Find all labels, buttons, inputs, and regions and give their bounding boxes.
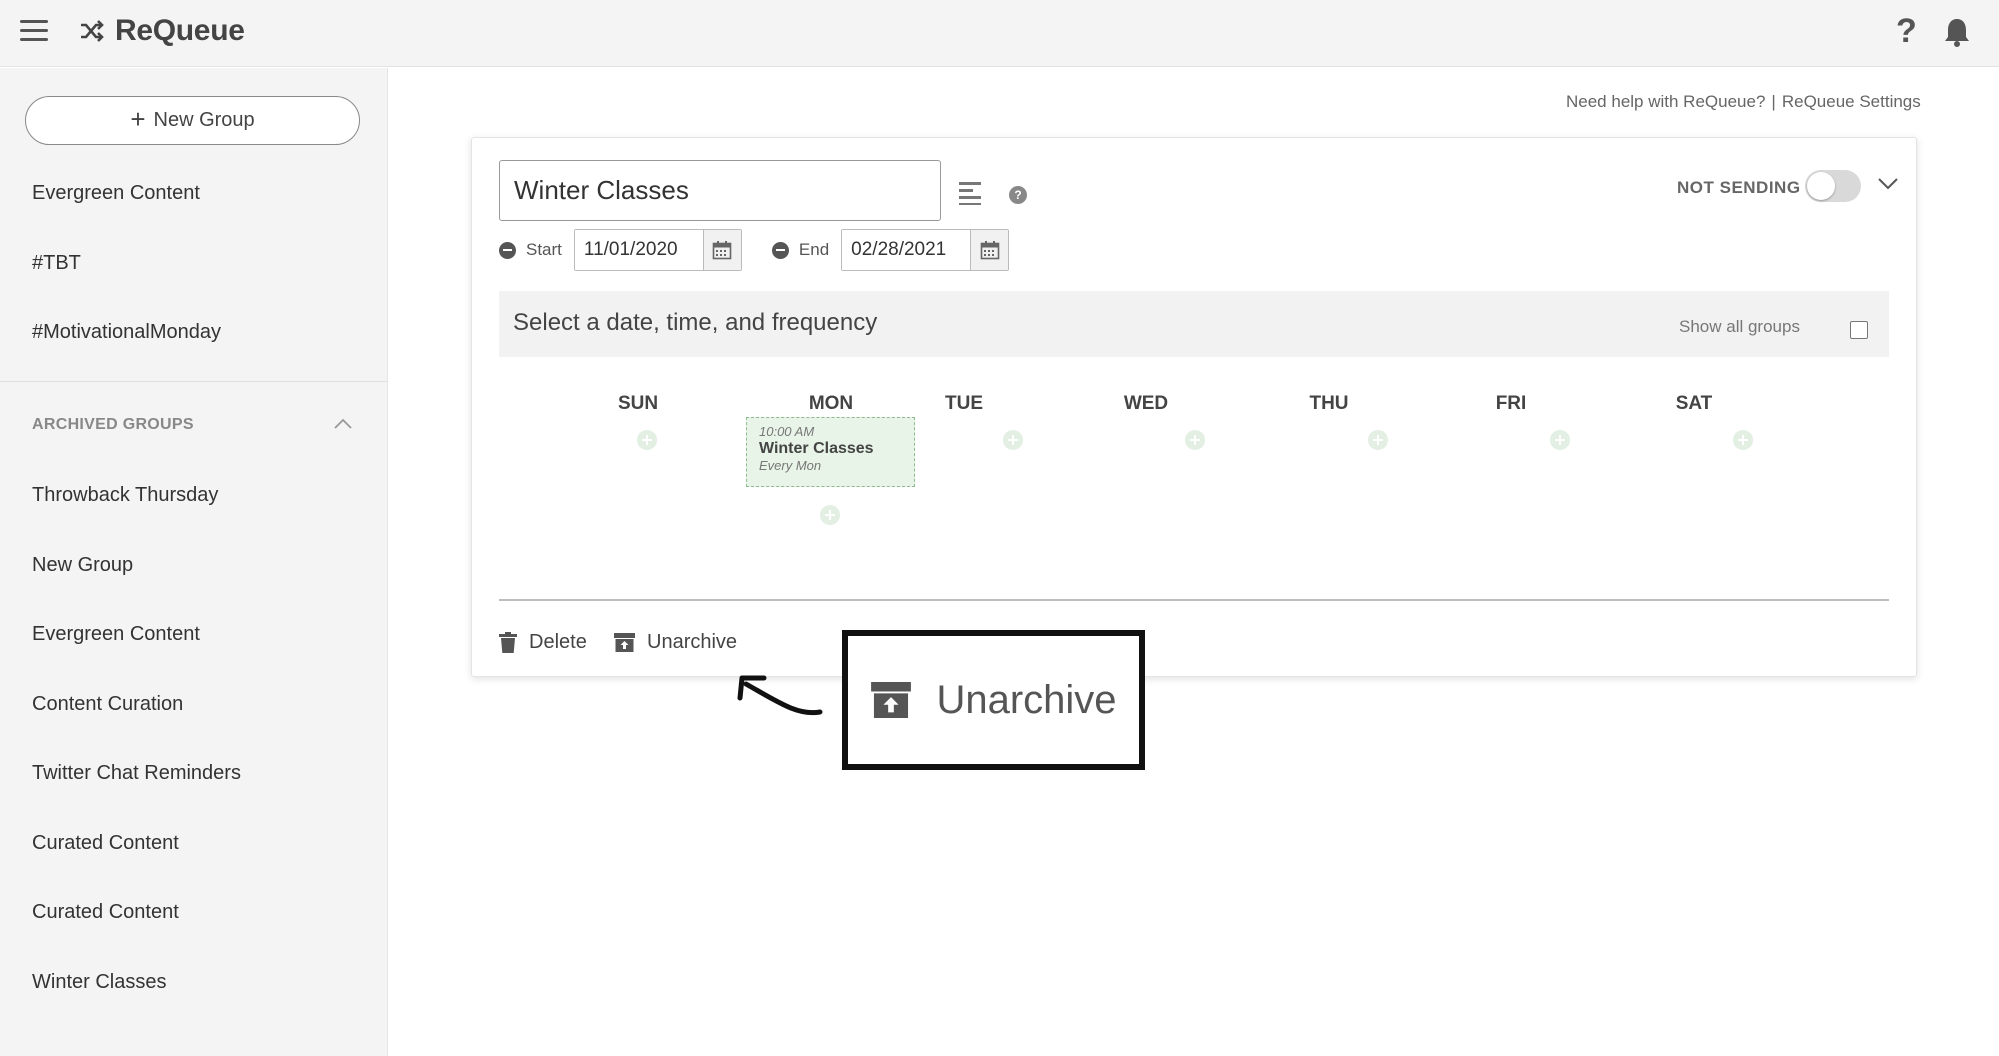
toggle-knob [1807, 172, 1835, 200]
brand[interactable]: ReQueue [79, 14, 245, 48]
archived-groups-header[interactable]: ARCHIVED GROUPS [32, 416, 194, 434]
bell-icon[interactable] [1942, 16, 1972, 48]
link-separator: | [1771, 92, 1776, 111]
calendar-icon [980, 241, 999, 260]
schedule-slot-mon[interactable]: 10:00 AM Winter Classes Every Mon [746, 417, 915, 487]
archived-item-winter-classes[interactable]: Winter Classes [32, 971, 166, 994]
help-icon[interactable]: ? [1896, 12, 1917, 51]
archived-item-curated-content-2[interactable]: Curated Content [32, 901, 179, 924]
top-bar: ReQueue ? [0, 0, 1999, 67]
day-tue: TUE [945, 393, 983, 414]
sidebar-item-evergreen-content[interactable]: Evergreen Content [32, 182, 200, 205]
end-calendar-button[interactable] [971, 230, 1009, 270]
new-group-label: New Group [153, 109, 255, 131]
list-icon[interactable] [959, 180, 983, 206]
group-name-input[interactable] [499, 160, 941, 221]
add-slot-sat-icon[interactable] [1733, 430, 1753, 450]
day-sun: SUN [617, 393, 659, 414]
start-date-group [573, 229, 742, 271]
new-group-button[interactable]: + New Group [25, 96, 360, 145]
add-slot-mon-icon[interactable] [820, 505, 840, 525]
unarchive-button[interactable]: Unarchive [614, 631, 737, 654]
trash-icon [499, 632, 517, 653]
sidebar-item-motivational-monday[interactable]: #MotivationalMonday [32, 321, 221, 344]
archived-item-curated-content[interactable]: Curated Content [32, 832, 179, 855]
day-wed: WED [1123, 393, 1169, 414]
card-divider [499, 599, 1889, 601]
show-all-groups-label: Show all groups [1679, 317, 1800, 336]
unarchive-callout: Unarchive [842, 630, 1145, 770]
shuffle-icon [81, 20, 104, 42]
day-sat: SAT [1675, 393, 1713, 414]
chevron-up-icon[interactable] [334, 418, 352, 430]
date-range-row: Start End [499, 229, 1010, 271]
add-slot-thu-icon[interactable] [1368, 430, 1388, 450]
remove-start-icon[interactable] [499, 241, 516, 259]
calendar-icon [713, 241, 732, 260]
archive-box-icon [871, 682, 912, 718]
slot-time: 10:00 AM [759, 424, 815, 439]
slot-group-name: Winter Classes [759, 440, 874, 457]
sidebar-divider [0, 381, 388, 382]
remove-end-icon[interactable] [771, 241, 789, 259]
end-date-group [841, 229, 1010, 271]
frequency-title: Select a date, time, and frequency [513, 309, 878, 336]
app-name: ReQueue [115, 14, 245, 47]
slot-frequency: Every Mon [759, 458, 822, 473]
callout-label: Unarchive [936, 677, 1117, 722]
settings-link[interactable]: ReQueue Settings [1782, 92, 1921, 112]
help-link[interactable]: Need help with ReQueue? [1566, 92, 1765, 112]
day-mon: MON [808, 393, 854, 414]
start-label: Start [526, 240, 562, 259]
archive-box-icon [614, 633, 635, 652]
group-card: ? NOT SENDING Start End [471, 137, 1917, 677]
hamburger-menu-icon[interactable] [20, 20, 48, 44]
add-slot-fri-icon[interactable] [1550, 430, 1570, 450]
archived-item-content-curation[interactable]: Content Curation [32, 693, 183, 716]
end-date-input[interactable] [842, 230, 972, 270]
delete-label: Delete [529, 631, 587, 653]
archived-item-throwback-thursday[interactable]: Throwback Thursday [32, 484, 218, 507]
start-calendar-button[interactable] [703, 230, 741, 270]
show-all-groups-checkbox[interactable] [1850, 321, 1868, 339]
day-fri: FRI [1495, 393, 1527, 414]
archived-item-new-group[interactable]: New Group [32, 554, 133, 577]
delete-button[interactable]: Delete [499, 631, 587, 654]
question-icon[interactable]: ? [1009, 186, 1027, 204]
add-slot-wed-icon[interactable] [1185, 430, 1205, 450]
sending-toggle[interactable] [1805, 170, 1861, 202]
sidebar-item-tbt[interactable]: #TBT [32, 252, 81, 275]
frequency-bar: Select a date, time, and frequency Show … [499, 291, 1889, 357]
start-date-input[interactable] [574, 230, 704, 270]
end-label: End [798, 240, 830, 259]
add-slot-sun-icon[interactable] [637, 430, 657, 450]
annotation-arrow-icon [737, 675, 823, 716]
archived-item-twitter-chat-reminders[interactable]: Twitter Chat Reminders [32, 762, 241, 785]
plus-icon: + [130, 104, 146, 134]
unarchive-label: Unarchive [647, 631, 738, 653]
top-links: Need help with ReQueue? | ReQueue Settin… [1566, 92, 1921, 112]
add-slot-tue-icon[interactable] [1003, 430, 1023, 450]
sidebar: + New Group Evergreen Content #TBT #Moti… [0, 68, 388, 1056]
sending-status-label: NOT SENDING [1677, 178, 1801, 197]
chevron-down-icon[interactable] [1878, 177, 1898, 191]
day-thu: THU [1309, 393, 1349, 414]
archived-item-evergreen-content[interactable]: Evergreen Content [32, 623, 200, 646]
